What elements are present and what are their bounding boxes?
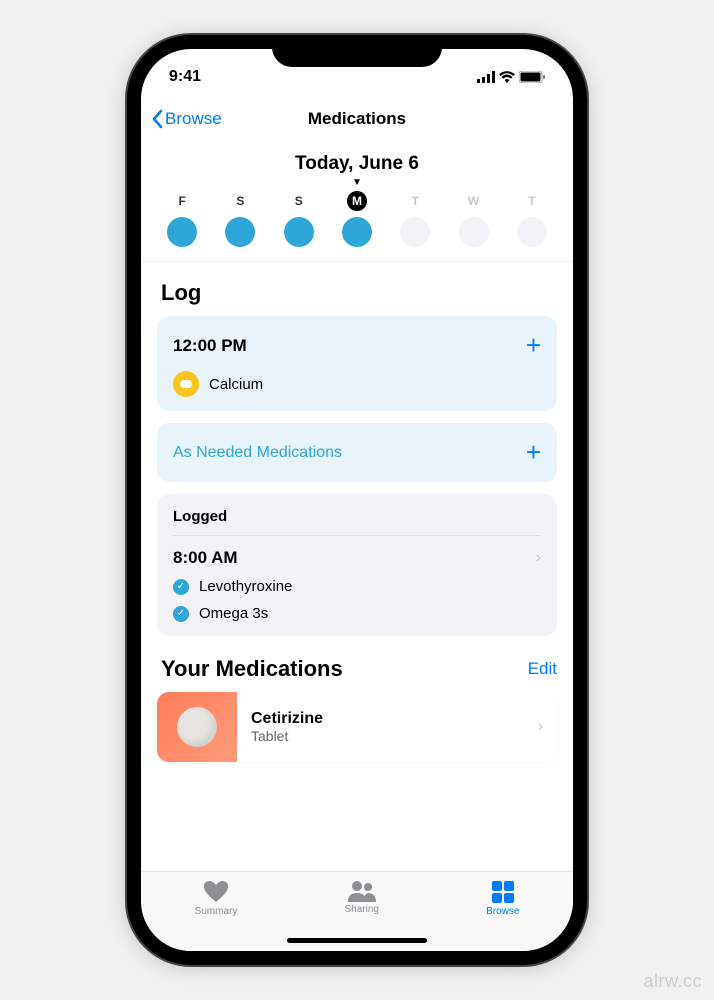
dose-time: 12:00 PM bbox=[173, 336, 247, 356]
day-dot-icon bbox=[459, 217, 489, 247]
day-label: T bbox=[405, 191, 425, 211]
edit-button[interactable]: Edit bbox=[528, 659, 557, 679]
nav-title: Medications bbox=[308, 109, 406, 129]
add-dose-button[interactable]: + bbox=[526, 330, 541, 361]
medication-name: Calcium bbox=[209, 376, 263, 393]
chevron-right-icon: › bbox=[538, 718, 543, 736]
scheduled-dose-card[interactable]: 12:00 PM + Calcium bbox=[157, 316, 557, 411]
day-sunday[interactable]: S bbox=[279, 191, 319, 247]
your-medications-title: Your Medications bbox=[161, 656, 343, 682]
battery-icon bbox=[519, 71, 545, 83]
day-label: S bbox=[230, 191, 250, 211]
notch bbox=[272, 35, 442, 67]
tab-label: Summary bbox=[195, 906, 238, 917]
day-dot-icon bbox=[517, 217, 547, 247]
logged-time: 8:00 AM bbox=[173, 548, 238, 568]
day-wednesday[interactable]: W bbox=[454, 191, 494, 247]
add-as-needed-button[interactable]: + bbox=[526, 437, 541, 468]
day-label: M bbox=[347, 191, 367, 211]
status-time: 9:41 bbox=[169, 68, 201, 86]
day-friday[interactable]: F bbox=[162, 191, 202, 247]
day-monday[interactable]: M bbox=[337, 191, 377, 247]
day-label: W bbox=[464, 191, 484, 211]
as-needed-label: As Needed Medications bbox=[173, 444, 342, 462]
cellular-icon bbox=[477, 71, 495, 83]
back-label: Browse bbox=[165, 109, 222, 129]
watermark: alrw.cc bbox=[643, 971, 702, 992]
week-strip[interactable]: F S S M T W T bbox=[141, 187, 573, 262]
date-arrow-icon: ▼ bbox=[141, 179, 573, 187]
day-thursday[interactable]: T bbox=[512, 191, 552, 247]
pill-icon bbox=[173, 371, 199, 397]
nav-bar: Browse Medications bbox=[141, 97, 573, 141]
day-tuesday[interactable]: T bbox=[395, 191, 435, 247]
chevron-right-icon: › bbox=[536, 549, 541, 567]
as-needed-card[interactable]: As Needed Medications + bbox=[157, 423, 557, 482]
home-indicator[interactable] bbox=[287, 938, 427, 943]
day-dot-icon bbox=[167, 217, 197, 247]
tab-summary[interactable]: Summary bbox=[195, 880, 238, 951]
status-indicators bbox=[477, 71, 545, 83]
wifi-icon bbox=[499, 71, 515, 83]
day-dot-icon bbox=[342, 217, 372, 247]
back-button[interactable]: Browse bbox=[151, 109, 222, 129]
medication-thumbnail-icon bbox=[157, 692, 237, 762]
day-label: T bbox=[522, 191, 542, 211]
screen: 9:41 Browse Medications Today, June 6 ▼ … bbox=[141, 49, 573, 951]
medication-row[interactable]: Calcium bbox=[173, 371, 541, 397]
check-icon: ✓ bbox=[173, 579, 189, 595]
day-dot-icon bbox=[225, 217, 255, 247]
tab-label: Browse bbox=[486, 906, 519, 917]
date-header: Today, June 6 bbox=[141, 141, 573, 179]
day-dot-icon bbox=[284, 217, 314, 247]
content-area[interactable]: Log 12:00 PM + Calcium As Needed Medicat… bbox=[141, 262, 573, 871]
medication-card-form: Tablet bbox=[251, 728, 323, 744]
medication-card[interactable]: Cetirizine Tablet › bbox=[157, 692, 557, 762]
logged-header: Logged bbox=[173, 508, 541, 536]
tab-label: Sharing bbox=[344, 904, 378, 915]
check-icon: ✓ bbox=[173, 606, 189, 622]
logged-card[interactable]: Logged 8:00 AM › ✓ Levothyroxine ✓ Omega… bbox=[157, 494, 557, 636]
grid-icon bbox=[491, 880, 515, 904]
medication-card-name: Cetirizine bbox=[251, 710, 323, 728]
phone-frame: 9:41 Browse Medications Today, June 6 ▼ … bbox=[127, 35, 587, 965]
day-dot-icon bbox=[400, 217, 430, 247]
logged-med-row: ✓ Omega 3s bbox=[173, 605, 541, 622]
logged-med-name: Omega 3s bbox=[199, 605, 268, 622]
tab-browse[interactable]: Browse bbox=[486, 880, 519, 951]
heart-icon bbox=[203, 880, 229, 904]
logged-med-row: ✓ Levothyroxine bbox=[173, 578, 541, 595]
day-label: F bbox=[172, 191, 192, 211]
day-saturday[interactable]: S bbox=[220, 191, 260, 247]
day-label: S bbox=[289, 191, 309, 211]
log-section-title: Log bbox=[161, 280, 557, 306]
people-icon bbox=[347, 880, 377, 902]
chevron-left-icon bbox=[151, 109, 163, 129]
logged-med-name: Levothyroxine bbox=[199, 578, 292, 595]
